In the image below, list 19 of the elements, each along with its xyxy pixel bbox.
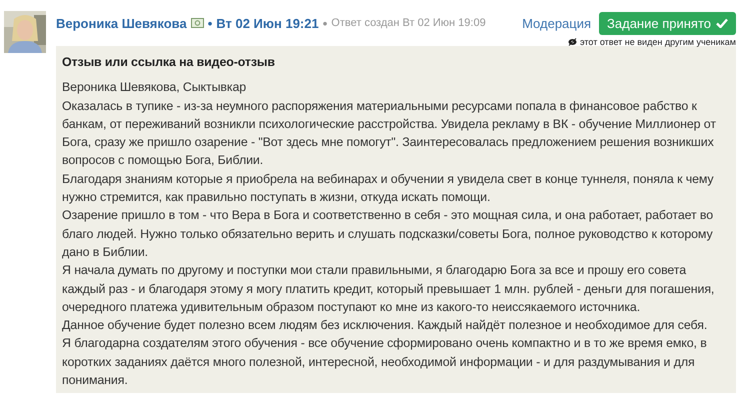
hidden-eye-icon: [568, 38, 578, 46]
answer-title: Отзыв или ссылка на видео-отзыв: [62, 54, 276, 71]
answer-paragraph: Я начала думать по другому и поступки мои стали правильными, я благодарю Бога за все и прошу его совета каждый раз - и благодаря этому я могу платить кредит, который превышает 1 млн. рублей - деньги для погашения, очередного платежа удивительным образом поступают ко мне из какого-то неиссякаемого источника.: [62, 262, 716, 316]
check-icon: [716, 18, 728, 28]
post-date[interactable]: Вт 02 Июн 19:21: [216, 16, 319, 30]
author-name[interactable]: Вероника Шевякова: [56, 16, 187, 30]
answer-paragraph: Озарение пришло в том - что Вера в Бога и соответственно в себя - это мощная сила, и она работает, работает во благо людей. Нужно только обязательно верить и слушать подсказки/советы Бога, полное руководство к которому дано в Библии.: [62, 207, 714, 261]
status-button[interactable]: Задание принято: [599, 12, 736, 34]
visibility-note: этот ответ не виден другим ученикам: [580, 37, 736, 47]
answer-paragraph: Благодаря знаниям которые я приобрела на вебинарах и обучении я увидела свет в конце туннеля, поняла к чему нужно стремится, как правильно поступать в жизни, откуда искать помощи.: [62, 170, 715, 206]
moderation-link[interactable]: Модерация: [522, 16, 592, 30]
created-date: Ответ создан Вт 02 Июн 19:09: [331, 17, 486, 29]
answer-paragraph: Оказалась в тупике - из-за неумного распоряжения материальными ресурсами попала в финансовое рабство к банкам, от переживаний возникли психологические расстройства. Увидела рекламу в ВК - обучение Миллионер от Бога, сразу же пришло озарение - "Вот здесь мне помогут". Заинтересовалась предложением решения возникших вопросов с помощью Бога, Библии.: [62, 98, 717, 170]
separator-dot: •: [208, 16, 212, 30]
answer-paragraph: Я благодарна создателям этого обучения - все обучение сформировано очень компактно и в то же время емко, в коротких заданиях даётся много полезной, интересной, необходимой информации - и для раздумывания и для понимания.: [62, 335, 708, 390]
answer-paragraph: Вероника Шевякова, Сыктывкар: [62, 79, 248, 96]
separator-dot: •: [322, 16, 328, 30]
banknote-icon: [190, 18, 204, 28]
answer-paragraph: Данное обучение будет полезно всем людям без исключения. Каждый найдёт полезное и необходимое для себя.: [62, 317, 708, 334]
